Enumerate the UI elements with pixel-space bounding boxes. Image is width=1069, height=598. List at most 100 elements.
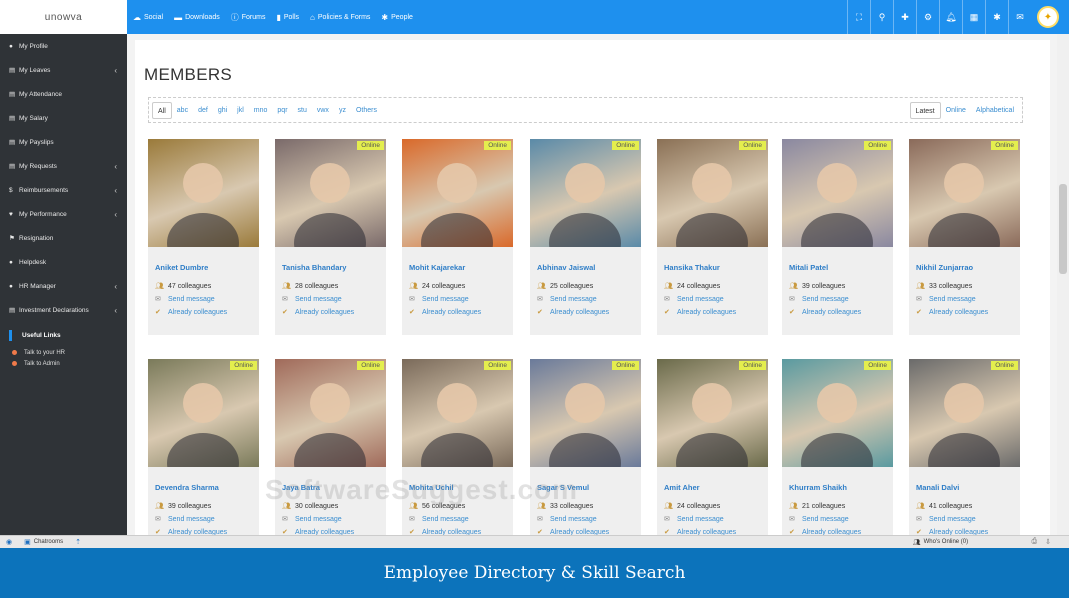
member-photo[interactable]	[402, 359, 513, 493]
send-message-link[interactable]: ✉ Send message	[282, 515, 342, 524]
whos-online[interactable]: 👥︎ Who's Online (0)	[909, 536, 968, 548]
member-card[interactable]: Online Nikhil Zunjarrao 👥︎ 33 colleagues ✉ Se…	[909, 139, 1020, 335]
send-message-link[interactable]: ✉ Send message	[282, 295, 342, 304]
already-colleagues-link[interactable]: ✔ Already colleagues	[409, 308, 481, 317]
send-message-link[interactable]: ✉ Send message	[664, 295, 724, 304]
alpha-filter-others[interactable]: Others	[351, 102, 382, 119]
sidebar-item-investment-declarations[interactable]: ▤ Investment Declarations ‹	[0, 298, 127, 322]
sidebar-item-my-attendance[interactable]: ▤ My Attendance	[0, 82, 127, 106]
member-name[interactable]: Mohit Kajarekar	[409, 263, 465, 272]
member-photo[interactable]	[148, 359, 259, 493]
alpha-filter-mno[interactable]: mno	[249, 102, 273, 119]
already-colleagues-link[interactable]: ✔ Already colleagues	[155, 308, 227, 317]
sidebar-item-my-payslips[interactable]: ▤ My Payslips	[0, 130, 127, 154]
settings-icon[interactable]: ⚙	[916, 0, 939, 34]
member-card[interactable]: Online Hansika Thakur 👥︎ 24 colleagues ✉ Send…	[657, 139, 768, 335]
member-name[interactable]: Aniket Dumbre	[155, 263, 208, 272]
send-message-link[interactable]: ✉ Send message	[537, 295, 597, 304]
sidebar-item-reimbursements[interactable]: $ Reimbursements ‹	[0, 178, 127, 202]
member-photo[interactable]	[909, 139, 1020, 273]
already-colleagues-link[interactable]: ✔ Already colleagues	[916, 308, 988, 317]
member-card[interactable]: Online Khurram Shaikh 👥︎ 21 colleagues ✉ Send…	[782, 359, 893, 545]
useful-link[interactable]: Talk to Admin	[0, 358, 127, 369]
member-card[interactable]: Online Mitali Patel 👥︎ 39 colleagues ✉ Send m…	[782, 139, 893, 335]
nav-policies-forms[interactable]: ⌂ Policies & Forms	[310, 13, 370, 22]
member-photo[interactable]	[782, 139, 893, 273]
alpha-filter-stu[interactable]: stu	[293, 102, 312, 119]
member-card[interactable]: Online Amit Aher 👥︎ 24 colleagues ✉ Send mess…	[657, 359, 768, 545]
member-name[interactable]: Nikhil Zunjarrao	[916, 263, 973, 272]
member-card[interactable]: Online Mohit Kajarekar 👥︎ 24 colleagues ✉ Sen…	[402, 139, 513, 335]
search-icon[interactable]: ⚲	[870, 0, 893, 34]
sidebar-item-my-performance[interactable]: ♥ My Performance ‹	[0, 202, 127, 226]
member-name[interactable]: Mitali Patel	[789, 263, 828, 272]
alpha-filter-pqr[interactable]: pqr	[272, 102, 292, 119]
pin-button[interactable]: ⇡	[69, 538, 87, 546]
chatrooms-button[interactable]: ▣ Chatrooms	[18, 538, 69, 546]
alpha-filter-abc[interactable]: abc	[172, 102, 193, 119]
alpha-filter-yz[interactable]: yz	[334, 102, 351, 119]
send-message-link[interactable]: ✉ Send message	[916, 515, 976, 524]
send-message-link[interactable]: ✉ Send message	[664, 515, 724, 524]
member-name[interactable]: Tanisha Bhandary	[282, 263, 346, 272]
member-photo[interactable]	[530, 139, 641, 273]
member-name[interactable]: Manali Dalvi	[916, 483, 959, 492]
scrollbar-track[interactable]	[1057, 34, 1069, 548]
already-colleagues-link[interactable]: ✔ Already colleagues	[282, 308, 354, 317]
member-name[interactable]: Amit Aher	[664, 483, 700, 492]
already-colleagues-link[interactable]: ✔ Already colleagues	[664, 308, 736, 317]
sort-online[interactable]: Online	[941, 102, 971, 119]
alpha-filter-def[interactable]: def	[193, 102, 213, 119]
send-message-link[interactable]: ✉ Send message	[409, 295, 469, 304]
nav-people[interactable]: ✱ People	[381, 13, 413, 22]
people-icon[interactable]: ✱	[985, 0, 1008, 34]
already-colleagues-link[interactable]: ✔ Already colleagues	[789, 308, 861, 317]
alpha-filter-jkl[interactable]: jkl	[232, 102, 249, 119]
nav-polls[interactable]: ▮ Polls	[276, 13, 299, 22]
send-message-link[interactable]: ✉ Send message	[537, 515, 597, 524]
sidebar-item-my-profile[interactable]: ● My Profile	[0, 34, 127, 58]
member-card[interactable]: Online Abhinav Jaiswal 👥︎ 25 colleagues ✉ Sen…	[530, 139, 641, 335]
sidebar-item-my-salary[interactable]: ▤ My Salary	[0, 106, 127, 130]
user-avatar[interactable]: ✦	[1037, 6, 1059, 28]
scan-icon[interactable]: ⛶	[847, 0, 870, 34]
send-message-link[interactable]: ✉ Send message	[409, 515, 469, 524]
member-photo[interactable]	[657, 359, 768, 493]
member-name[interactable]: Khurram Shaikh	[789, 483, 847, 492]
sidebar-item-helpdesk[interactable]: ● Helpdesk	[0, 250, 127, 274]
sidebar-item-my-leaves[interactable]: ▤ My Leaves ‹	[0, 58, 127, 82]
send-message-link[interactable]: ✉ Send message	[789, 515, 849, 524]
download-icon[interactable]: ⇩	[1045, 538, 1051, 546]
sidebar-item-my-requests[interactable]: ▤ My Requests ‹	[0, 154, 127, 178]
member-card[interactable]: Online Mohita Uchil 👥︎ 56 colleagues ✉ Send m…	[402, 359, 513, 545]
chat-toggle[interactable]: ◉	[0, 538, 18, 546]
member-card[interactable]: Online Devendra Sharma 👥︎ 39 colleagues ✉ Sen…	[148, 359, 259, 545]
send-message-link[interactable]: ✉ Send message	[916, 295, 976, 304]
nav-downloads[interactable]: ▬ Downloads	[174, 13, 220, 22]
already-colleagues-link[interactable]: ✔ Already colleagues	[537, 308, 609, 317]
member-name[interactable]: Abhinav Jaiswal	[537, 263, 595, 272]
member-photo[interactable]	[275, 139, 386, 273]
calendar-icon[interactable]: ▦	[962, 0, 985, 34]
member-name[interactable]: Hansika Thakur	[664, 263, 720, 272]
member-card[interactable]: Aniket Dumbre 👥︎ 47 colleagues ✉ Send messag…	[148, 139, 259, 335]
useful-link[interactable]: Talk to your HR	[0, 347, 127, 358]
sort-latest[interactable]: Latest	[909, 102, 941, 119]
member-photo[interactable]	[657, 139, 768, 273]
member-photo[interactable]	[148, 139, 259, 273]
bell-icon[interactable]: 🔔︎	[939, 0, 962, 34]
add-icon[interactable]: ✚	[893, 0, 916, 34]
nav-forums[interactable]: ⓘ Forums	[231, 12, 266, 23]
member-card[interactable]: Online Jaya Batra 👥︎ 30 colleagues ✉ Send mes…	[275, 359, 386, 545]
sidebar-item-hr-manager[interactable]: ● HR Manager ‹	[0, 274, 127, 298]
member-name[interactable]: Devendra Sharma	[155, 483, 219, 492]
member-photo[interactable]	[782, 359, 893, 493]
member-photo[interactable]	[275, 359, 386, 493]
member-card[interactable]: Online Sagar S Vemul 👥︎ 33 colleagues ✉ Send …	[530, 359, 641, 545]
send-message-link[interactable]: ✉ Send message	[155, 515, 215, 524]
send-message-link[interactable]: ✉ Send message	[155, 295, 215, 304]
member-photo[interactable]	[530, 359, 641, 493]
member-card[interactable]: Online Tanisha Bhandary 👥︎ 28 colleagues ✉ Se…	[275, 139, 386, 335]
nav-social[interactable]: ☁ Social	[133, 13, 163, 22]
member-photo[interactable]	[402, 139, 513, 273]
